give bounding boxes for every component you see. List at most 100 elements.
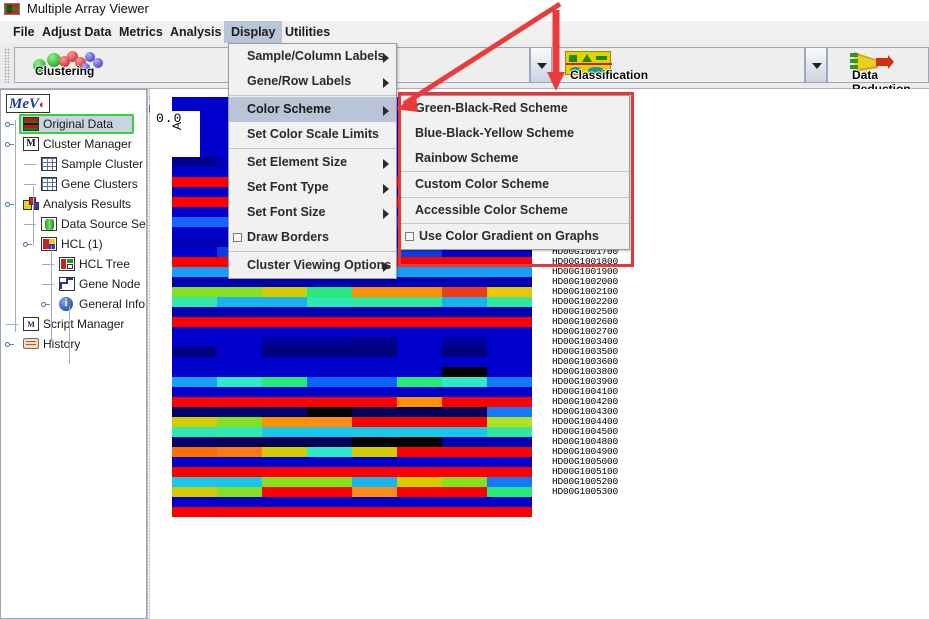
submenu-item-custom-color-scheme[interactable]: Custom Color Scheme bbox=[401, 172, 629, 197]
toolbar-grip[interactable] bbox=[4, 48, 10, 83]
heatmap-cell[interactable] bbox=[352, 287, 397, 297]
heatmap-cell[interactable] bbox=[307, 487, 352, 497]
tree-expand-handle-icon[interactable] bbox=[5, 200, 14, 209]
tree-expand-handle-icon[interactable] bbox=[5, 120, 14, 129]
heatmap-cell[interactable] bbox=[262, 487, 307, 497]
heatmap-cell[interactable] bbox=[352, 397, 397, 407]
heatmap-cell[interactable] bbox=[262, 397, 307, 407]
heatmap-cell[interactable] bbox=[352, 457, 397, 467]
heatmap-cell[interactable] bbox=[262, 427, 307, 437]
heatmap-row[interactable] bbox=[172, 387, 532, 397]
heatmap-cell[interactable] bbox=[487, 507, 532, 517]
heatmap-cell[interactable] bbox=[352, 377, 397, 387]
heatmap-cell[interactable] bbox=[442, 337, 487, 347]
heatmap-cell[interactable] bbox=[487, 497, 532, 507]
heatmap-cell[interactable] bbox=[397, 437, 442, 447]
heatmap-cell[interactable] bbox=[397, 507, 442, 517]
heatmap-cell[interactable] bbox=[217, 397, 262, 407]
heatmap-cell[interactable] bbox=[487, 347, 532, 357]
submenu-item-rainbow-scheme[interactable]: Rainbow Scheme bbox=[401, 146, 629, 171]
heatmap-cell[interactable] bbox=[352, 497, 397, 507]
heatmap-cell[interactable] bbox=[442, 357, 487, 367]
heatmap-cell[interactable] bbox=[172, 317, 217, 327]
heatmap-cell[interactable] bbox=[172, 417, 217, 427]
tree-expand-handle-icon[interactable] bbox=[41, 300, 50, 309]
heatmap-cell[interactable] bbox=[217, 317, 262, 327]
heatmap-row[interactable] bbox=[172, 347, 532, 357]
heatmap-cell[interactable] bbox=[307, 317, 352, 327]
heatmap-row[interactable] bbox=[172, 437, 532, 447]
heatmap-cell[interactable] bbox=[172, 437, 217, 447]
heatmap-cell[interactable] bbox=[172, 237, 217, 247]
heatmap-cell[interactable] bbox=[307, 477, 352, 487]
heatmap-row[interactable] bbox=[172, 427, 532, 437]
heatmap-cell[interactable] bbox=[217, 377, 262, 387]
heatmap-cell[interactable] bbox=[487, 487, 532, 497]
heatmap-cell[interactable] bbox=[262, 307, 307, 317]
heatmap-cell[interactable] bbox=[487, 317, 532, 327]
heatmap-cell[interactable] bbox=[487, 417, 532, 427]
heatmap-cell[interactable] bbox=[397, 317, 442, 327]
heatmap-cell[interactable] bbox=[262, 297, 307, 307]
heatmap-cell[interactable] bbox=[442, 317, 487, 327]
heatmap-cell[interactable] bbox=[442, 477, 487, 487]
heatmap-cell[interactable] bbox=[172, 227, 217, 237]
heatmap-cell[interactable] bbox=[352, 347, 397, 357]
heatmap-cell[interactable] bbox=[397, 337, 442, 347]
submenu-item-accessible-color-scheme[interactable]: Accessible Color Scheme bbox=[401, 198, 629, 223]
heatmap-cell[interactable] bbox=[217, 287, 262, 297]
heatmap-cell[interactable] bbox=[217, 447, 262, 457]
heatmap-cell[interactable] bbox=[307, 437, 352, 447]
submenu-item-use-color-gradient-on-graphs[interactable]: Use Color Gradient on Graphs bbox=[401, 224, 629, 249]
gene-label[interactable]: HD00G1005300 bbox=[552, 487, 618, 497]
heatmap-cell[interactable] bbox=[442, 347, 487, 357]
heatmap-cell[interactable] bbox=[397, 277, 442, 287]
heatmap-cell[interactable] bbox=[262, 317, 307, 327]
heatmap-cell[interactable] bbox=[442, 447, 487, 457]
heatmap-cell[interactable] bbox=[172, 167, 217, 177]
heatmap-cell[interactable] bbox=[262, 437, 307, 447]
heatmap-cell[interactable] bbox=[172, 397, 217, 407]
classification-dropdown-arrow[interactable] bbox=[805, 47, 827, 83]
heatmap-cell[interactable] bbox=[397, 397, 442, 407]
heatmap-cell[interactable] bbox=[352, 337, 397, 347]
heatmap-cell[interactable] bbox=[217, 427, 262, 437]
heatmap-cell[interactable] bbox=[442, 267, 487, 277]
heatmap-cell[interactable] bbox=[397, 327, 442, 337]
heatmap-cell[interactable] bbox=[352, 407, 397, 417]
heatmap-cell[interactable] bbox=[487, 287, 532, 297]
heatmap-cell[interactable] bbox=[397, 267, 442, 277]
heatmap-cell[interactable] bbox=[487, 457, 532, 467]
heatmap-cell[interactable] bbox=[487, 447, 532, 457]
heatmap-cell[interactable] bbox=[172, 257, 217, 267]
heatmap-cell[interactable] bbox=[172, 337, 217, 347]
heatmap-cell[interactable] bbox=[442, 417, 487, 427]
color-scheme-submenu[interactable]: Green-Black-Red Scheme Blue-Black-Yellow … bbox=[400, 95, 630, 250]
heatmap-cell[interactable] bbox=[487, 357, 532, 367]
heatmap-cell[interactable] bbox=[307, 367, 352, 377]
submenu-item-blue-black-yellow-scheme[interactable]: Blue-Black-Yellow Scheme bbox=[401, 121, 629, 146]
heatmap-cell[interactable] bbox=[262, 457, 307, 467]
heatmap-cell[interactable] bbox=[172, 97, 217, 107]
heatmap-cell[interactable] bbox=[442, 377, 487, 387]
heatmap-cell[interactable] bbox=[217, 407, 262, 417]
heatmap-row[interactable] bbox=[172, 397, 532, 407]
submenu-item-green-black-red-scheme[interactable]: Green-Black-Red Scheme bbox=[401, 96, 629, 121]
heatmap-cell[interactable] bbox=[217, 347, 262, 357]
checkbox-icon[interactable] bbox=[233, 233, 242, 242]
heatmap-cell[interactable] bbox=[172, 487, 217, 497]
heatmap-cell[interactable] bbox=[262, 467, 307, 477]
heatmap-row[interactable] bbox=[172, 297, 532, 307]
heatmap-cell[interactable] bbox=[307, 357, 352, 367]
heatmap-cell[interactable] bbox=[397, 447, 442, 457]
heatmap-cell[interactable] bbox=[217, 387, 262, 397]
heatmap-cell[interactable] bbox=[487, 427, 532, 437]
menu-adjust-data[interactable]: Adjust Data bbox=[35, 21, 118, 43]
heatmap-cell[interactable] bbox=[442, 457, 487, 467]
heatmap-cell[interactable] bbox=[442, 387, 487, 397]
heatmap-cell[interactable] bbox=[307, 407, 352, 417]
heatmap-cell[interactable] bbox=[397, 427, 442, 437]
heatmap-cell[interactable] bbox=[397, 497, 442, 507]
heatmap-row[interactable] bbox=[172, 307, 532, 317]
heatmap-cell[interactable] bbox=[217, 477, 262, 487]
